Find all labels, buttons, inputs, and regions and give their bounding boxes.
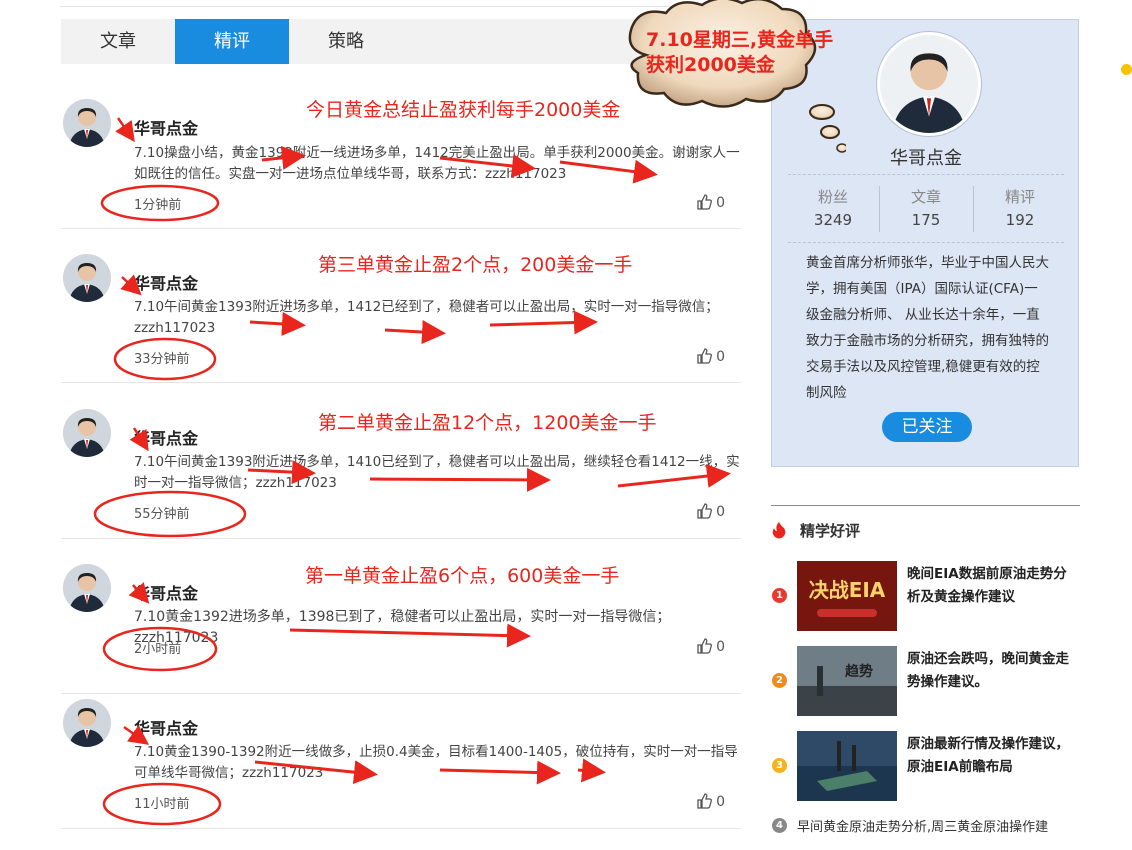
rank-badge: 2 xyxy=(772,673,787,688)
feed-post: 华哥点金 7.10午间黄金1393附近进场多单，1410已经到了，稳健者可以止盈… xyxy=(61,383,741,539)
tab-strategy[interactable]: 策略 xyxy=(289,19,403,64)
stat-value: 192 xyxy=(1005,211,1035,229)
list-item[interactable]: 3 原油最新行情及操作建议，原油EIA前瞻布局 xyxy=(771,731,1081,801)
thumb-up-icon xyxy=(697,503,713,519)
section-divider xyxy=(771,505,1080,506)
author-avatar[interactable] xyxy=(63,99,111,147)
thumb-caption: 趋势 xyxy=(845,663,873,680)
section-title: 精学好评 xyxy=(800,522,861,540)
stat-value: 175 xyxy=(911,211,941,229)
post-content: 7.10黄金1390-1392附近一线做多，止损0.4美金，目标看1400-14… xyxy=(134,744,738,781)
divider xyxy=(788,174,1064,175)
thumb-up-icon xyxy=(697,793,713,809)
like-button[interactable]: 0 xyxy=(696,348,725,365)
list-item-title[interactable]: 原油最新行情及操作建议，原油EIA前瞻布局 xyxy=(907,733,1079,779)
post-time: 55分钟前 xyxy=(134,507,190,522)
thumbnail[interactable]: 决战EIA xyxy=(797,561,897,631)
stat-reviews: 精评 192 xyxy=(973,186,1067,229)
thumb-caption: 决战EIA xyxy=(809,578,886,602)
thumbnail[interactable] xyxy=(797,731,897,801)
stat-label: 精评 xyxy=(1004,188,1035,206)
rank-badge: 4 xyxy=(772,818,787,833)
stat-label: 文章 xyxy=(910,188,941,206)
stat-label: 粉丝 xyxy=(817,188,848,206)
post-time: 11小时前 xyxy=(134,797,190,812)
thumb-up-icon xyxy=(697,194,713,210)
like-count: 0 xyxy=(716,794,725,810)
annotation-title: 第一单黄金止盈6个点，600美金一手 xyxy=(305,565,620,587)
thumb-up-icon xyxy=(697,348,713,364)
rank-badge: 3 xyxy=(772,758,787,773)
author-name[interactable]: 华哥点金 xyxy=(134,425,198,449)
cloud-text: 7.10星期三,黄金单手获利2000美金 xyxy=(646,29,834,76)
author-name[interactable]: 华哥点金 xyxy=(134,580,198,604)
like-button[interactable]: 0 xyxy=(696,503,725,520)
list-item-title[interactable]: 晚间EIA数据前原油走势分析及黄金操作建议 xyxy=(907,563,1079,609)
post-content: 7.10午间黄金1393附近进场多单，1410已经到了，稳健者可以止盈出局，继续… xyxy=(134,454,740,491)
yellow-dot xyxy=(1121,64,1132,75)
author-avatar[interactable] xyxy=(63,254,111,302)
profile-bio: 黄金首席分析师张华，毕业于中国人民大学，拥有美国（IPA）国际认证(CFA)一级… xyxy=(806,255,1049,401)
like-button[interactable]: 0 xyxy=(696,194,725,211)
author-name[interactable]: 华哥点金 xyxy=(134,270,198,294)
feed-post: 华哥点金 7.10午间黄金1393附近进场多单，1412已经到了，稳健者可以止盈… xyxy=(61,228,741,383)
post-time: 33分钟前 xyxy=(134,352,190,367)
post-content: 7.10黄金1392进场多单，1398已到了，稳健者可以止盈出局，实时一对一指导… xyxy=(134,609,671,646)
post-time: 1分钟前 xyxy=(134,198,182,213)
author-name[interactable]: 华哥点金 xyxy=(134,715,198,739)
post-content: 7.10午间黄金1393附近进场多单，1412已经到了，稳健者可以止盈出局，实时… xyxy=(134,299,719,336)
annotation-title: 第二单黄金止盈12个点，1200美金一手 xyxy=(318,412,657,434)
like-button[interactable]: 0 xyxy=(696,793,725,810)
like-count: 0 xyxy=(716,349,725,365)
list-item-title[interactable]: 早间黄金原油走势分析,周三黄金原油操作建 xyxy=(797,816,1048,835)
tab-articles[interactable]: 文章 xyxy=(61,19,175,64)
like-button[interactable]: 0 xyxy=(696,638,725,655)
profile-avatar[interactable] xyxy=(877,32,981,136)
list-item-title[interactable]: 原油还会跌吗，晚间黄金走势操作建议。 xyxy=(907,648,1079,694)
fire-icon xyxy=(772,522,786,539)
rank-badge: 1 xyxy=(772,588,787,603)
like-count: 0 xyxy=(716,195,725,211)
author-avatar[interactable] xyxy=(63,409,111,457)
annotation-title: 第三单黄金止盈2个点，200美金一手 xyxy=(318,254,633,276)
tab-reviews[interactable]: 精评 xyxy=(175,19,289,64)
follow-button[interactable]: 已关注 xyxy=(882,412,972,442)
divider xyxy=(788,242,1064,243)
thumbnail[interactable]: 趋势 xyxy=(797,646,897,716)
stat-articles: 文章 175 xyxy=(879,186,973,229)
feed-post: 华哥点金 7.10黄金1392进场多单，1398已到了，稳健者可以止盈出局，实时… xyxy=(61,538,741,694)
like-count: 0 xyxy=(716,639,725,655)
author-avatar[interactable] xyxy=(63,564,111,612)
thumb-up-icon xyxy=(697,638,713,654)
thought-cloud-annotation xyxy=(628,0,846,153)
list-item[interactable]: 2 趋势 原油还会跌吗，晚间黄金走势操作建议。 xyxy=(771,646,1081,716)
author-name[interactable]: 华哥点金 xyxy=(134,115,198,139)
post-time: 2小时前 xyxy=(134,642,182,657)
like-count: 0 xyxy=(716,504,725,520)
author-avatar[interactable] xyxy=(63,699,111,747)
feed-post: 华哥点金 7.10黄金1390-1392附近一线做多，止损0.4美金，目标看14… xyxy=(61,673,741,829)
list-item[interactable]: 1 决战EIA 晚间EIA数据前原油走势分析及黄金操作建议 xyxy=(771,561,1081,631)
stat-value: 3249 xyxy=(813,211,853,229)
annotation-title: 今日黄金总结止盈获利每手2000美金 xyxy=(306,99,621,121)
stat-fans: 粉丝 3249 xyxy=(786,186,880,229)
